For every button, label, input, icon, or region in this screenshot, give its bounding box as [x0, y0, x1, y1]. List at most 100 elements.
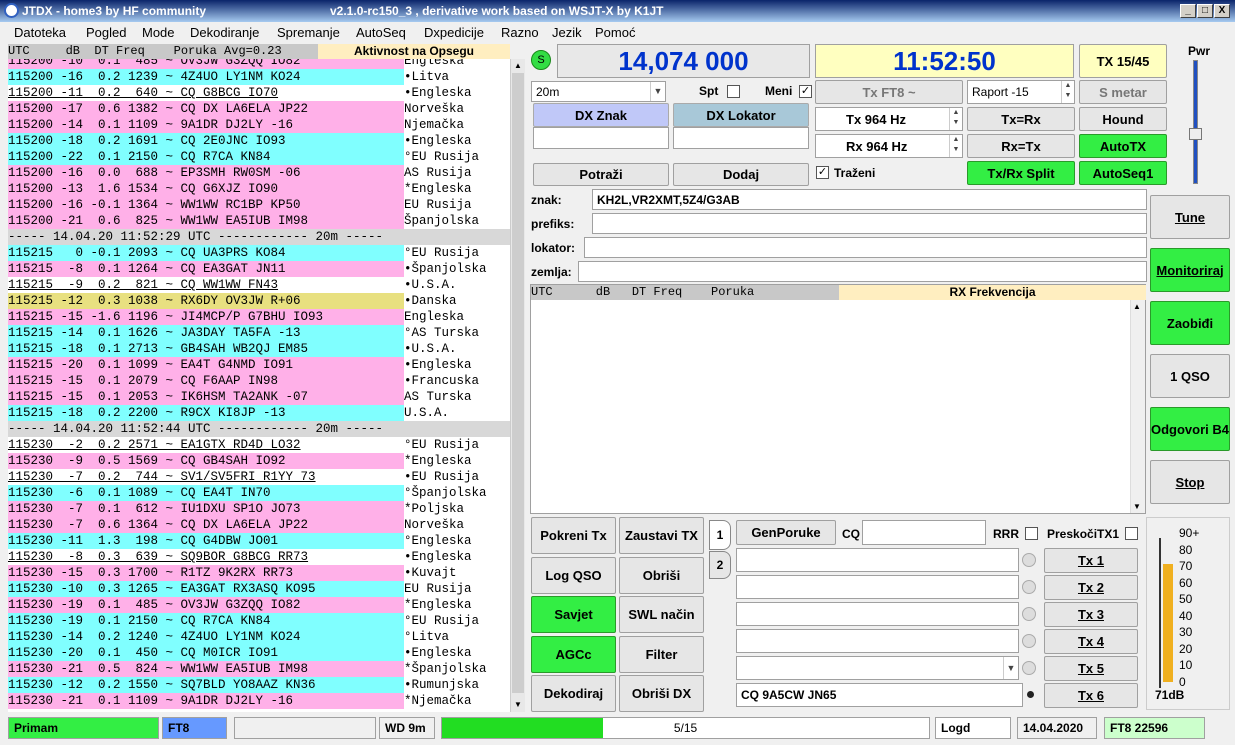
tx-mode-button[interactable]: Tx FT8 ~	[815, 80, 963, 104]
tx2-button[interactable]: Tx 2	[1044, 575, 1138, 600]
tx1-radio[interactable]	[1022, 553, 1036, 567]
decode-row[interactable]: 115230 -14 0.2 1240 ~ 4Z4UO LY1NM KO24 °L…	[8, 629, 518, 645]
trazeni-checkbox[interactable]: ✓	[816, 166, 829, 179]
decode-row[interactable]: 115215 0 -0.1 2093 ~ CQ UA3PRS KO84 °EU R…	[8, 245, 518, 261]
decode-row[interactable]: 115230 -9 0.5 1569 ~ CQ GB4SAH IO92 *Engl…	[8, 453, 518, 469]
decode-row[interactable]: 115215 -15 -1.6 1196 ~ JI4MCP/P G7BHU IO…	[8, 309, 518, 325]
decode-row[interactable]: 115215 -12 0.3 1038 ~ RX6DY OV3JW R+06 •D…	[8, 293, 518, 309]
filter-button[interactable]: Filter	[619, 636, 704, 673]
genporuke-button[interactable]: GenPoruke	[736, 520, 836, 545]
tx-freq-spinbox[interactable]: Tx 964 Hz ▲ ▼	[815, 107, 963, 131]
decode-row[interactable]: 115230 -20 0.1 450 ~ CQ M0ICR IO91 •Engle…	[8, 645, 518, 661]
tx4-radio[interactable]	[1022, 634, 1036, 648]
obrisi-button[interactable]: Obriši	[619, 557, 704, 594]
tx5-message-select[interactable]: ▼	[736, 656, 1019, 680]
dx-call-input[interactable]	[533, 127, 669, 149]
dx-grid-input[interactable]	[673, 127, 809, 149]
scroll-thumb[interactable]	[512, 73, 524, 693]
menu-autoseq[interactable]: AutoSeq	[356, 25, 406, 40]
decode-row[interactable]: 115230 -10 0.3 1265 ~ EA3GAT RX3ASQ KO95…	[8, 581, 518, 597]
menu-pomoc[interactable]: Pomoć	[595, 25, 635, 40]
decode-row[interactable]: 115230 -7 0.6 1364 ~ CQ DX LA6ELA JP22 No…	[8, 517, 518, 533]
tx6-message-input[interactable]: CQ 9A5CW JN65	[736, 683, 1023, 707]
decode-row[interactable]: 115215 -18 0.2 2200 ~ R9CX KI8JP -13 U.S.…	[8, 405, 518, 421]
tx5-button[interactable]: Tx 5	[1044, 656, 1138, 681]
close-button[interactable]: X	[1214, 4, 1230, 18]
decode-row[interactable]: 115200 -16 -0.1 1364 ~ WW1WW RC1BP KP50 E…	[8, 197, 518, 213]
decode-row[interactable]: 115215 -14 0.1 1626 ~ JA3DAY TA5FA -13 °A…	[8, 325, 518, 341]
menu-pogled[interactable]: Pogled	[86, 25, 126, 40]
savjet-button[interactable]: Savjet	[531, 596, 616, 633]
one-qso-button[interactable]: 1 QSO	[1150, 354, 1230, 398]
tab-1[interactable]: 1	[709, 520, 731, 550]
decode-row[interactable]: 115200 -16 0.0 688 ~ EP3SMH RW0SM -06 AS …	[8, 165, 518, 181]
txrx-split-button[interactable]: Tx/Rx Split	[967, 161, 1075, 185]
odgovori-b4-button[interactable]: Odgovori B4	[1150, 407, 1230, 451]
separator-row[interactable]: ----- 14.04.20 11:52:44 UTC ------------…	[8, 421, 518, 437]
autotx-button[interactable]: AutoTX	[1079, 134, 1167, 158]
decode-row[interactable]: 115230 -19 0.1 2150 ~ CQ R7CA KN84 °EU Ru…	[8, 613, 518, 629]
scroll-down-icon[interactable]: ▼	[512, 700, 524, 710]
agcc-button[interactable]: AGCc	[531, 636, 616, 673]
decode-row[interactable]: 115215 -18 0.1 2713 ~ GB4SAH WB2QJ EM85 •…	[8, 341, 518, 357]
rx-frequency-panel[interactable]: UTC dB DT Freq Poruka RX Frekvencija ▲ ▼	[530, 284, 1146, 514]
raport-spinbox[interactable]: Raport -15 ▲ ▼	[967, 80, 1075, 104]
tx2-radio[interactable]	[1022, 580, 1036, 594]
decode-row[interactable]: 115230 -15 0.3 1700 ~ R1TZ 9K2RX RR73 •Ku…	[8, 565, 518, 581]
decode-row[interactable]: 115230 -7 0.2 744 ~ SV1/SV5FRI R1YY 73 •E…	[8, 469, 518, 485]
tx6-button[interactable]: Tx 6	[1044, 683, 1138, 708]
dodaj-button[interactable]: Dodaj	[673, 163, 809, 186]
spin-arrows-icon[interactable]: ▲ ▼	[949, 135, 962, 157]
spin-arrows-icon[interactable]: ▲ ▼	[1061, 81, 1074, 103]
meni-checkbox[interactable]: ✓	[799, 85, 812, 98]
zaustavi-tx-button[interactable]: Zaustavi TX	[619, 517, 704, 554]
menu-spremanje[interactable]: Spremanje	[277, 25, 340, 40]
pokreni-tx-button[interactable]: Pokreni Tx	[531, 517, 616, 554]
decode-row[interactable]: 115200 -13 1.6 1534 ~ CQ G6XJZ IO90 *Engl…	[8, 181, 518, 197]
prefiks-field[interactable]	[592, 213, 1147, 234]
tx-period-button[interactable]: TX 15/45	[1079, 44, 1167, 78]
decoded-list[interactable]: 115200 -10 0.1 485 ~ OV3JW G3ZQQ IO82 Eng…	[8, 59, 518, 712]
rx-scrollbar[interactable]: ▲ ▼	[1130, 300, 1145, 513]
tab-2[interactable]: 2	[709, 551, 731, 579]
cq-input[interactable]	[862, 520, 986, 545]
scroll-down-icon[interactable]: ▼	[1133, 502, 1141, 511]
menu-dxpedicije[interactable]: Dxpedicije	[424, 25, 484, 40]
tx1-button[interactable]: Tx 1	[1044, 548, 1138, 573]
decode-row[interactable]: 115230 -8 0.3 639 ~ SQ9BOR G8BCG RR73 •En…	[8, 549, 518, 565]
log-qso-button[interactable]: Log QSO	[531, 557, 616, 594]
lokator-field[interactable]	[584, 237, 1147, 258]
scroll-up-icon[interactable]: ▲	[512, 61, 524, 71]
decode-row[interactable]: 115230 -19 0.1 485 ~ OV3JW G3ZQQ IO82 *En…	[8, 597, 518, 613]
menu-dekodiranje[interactable]: Dekodiranje	[190, 25, 259, 40]
chevron-down-icon[interactable]: ▼	[1003, 657, 1018, 679]
swl-button[interactable]: SWL način	[619, 596, 704, 633]
znak-field[interactable]: KH2L,VR2XMT,5Z4/G3AB	[592, 189, 1147, 210]
maximize-button[interactable]: □	[1197, 4, 1213, 18]
tune-button[interactable]: Tune	[1150, 195, 1230, 239]
decode-row[interactable]: 115215 -20 0.1 1099 ~ EA4T G4NMD IO91 •En…	[8, 357, 518, 373]
obrisi-dx-button[interactable]: Obriši DX	[619, 675, 704, 712]
menu-jezik[interactable]: Jezik	[552, 25, 582, 40]
tx4-button[interactable]: Tx 4	[1044, 629, 1138, 654]
decode-row[interactable]: 115230 -6 0.1 1089 ~ CQ EA4T IN70 °Španjo…	[8, 485, 518, 501]
decode-row[interactable]: 115230 -21 0.5 824 ~ WW1WW EA5IUB IM98 *Š…	[8, 661, 518, 677]
potrazi-button[interactable]: Potraži	[533, 163, 669, 186]
tx4-message-input[interactable]	[736, 629, 1019, 653]
spin-arrows-icon[interactable]: ▲ ▼	[949, 108, 962, 130]
decode-row[interactable]: 115200 -16 0.2 1239 ~ 4Z4UO LY1NM KO24 •L…	[8, 69, 518, 85]
decode-row[interactable]: 115200 -18 0.2 1691 ~ CQ 2E0JNC IO93 •Eng…	[8, 133, 518, 149]
s-metar-button[interactable]: S metar	[1079, 80, 1167, 104]
tx1-message-input[interactable]	[736, 548, 1019, 572]
scroll-up-icon[interactable]: ▲	[1133, 302, 1141, 311]
pwr-slider-handle[interactable]	[1189, 128, 1202, 140]
chevron-down-icon[interactable]: ▼	[650, 82, 665, 101]
tx3-radio[interactable]	[1022, 607, 1036, 621]
rrr-checkbox[interactable]	[1025, 527, 1038, 540]
dekodiraj-button[interactable]: Dekodiraj	[531, 675, 616, 712]
decode-row[interactable]: 115200 -11 0.2 640 ~ CQ G8BCG IO70 •Engle…	[8, 85, 518, 101]
decode-row[interactable]: 115215 -9 0.2 821 ~ CQ WW1WW FN43 •U.S.A.	[8, 277, 518, 293]
decode-row[interactable]: 115200 -22 0.1 2150 ~ CQ R7CA KN84 °EU Ru…	[8, 149, 518, 165]
decode-row[interactable]: 115230 -2 0.2 2571 ~ EA1GTX RD4D LO32 °EU…	[8, 437, 518, 453]
monitor-button[interactable]: Monitoriraj	[1150, 248, 1230, 292]
